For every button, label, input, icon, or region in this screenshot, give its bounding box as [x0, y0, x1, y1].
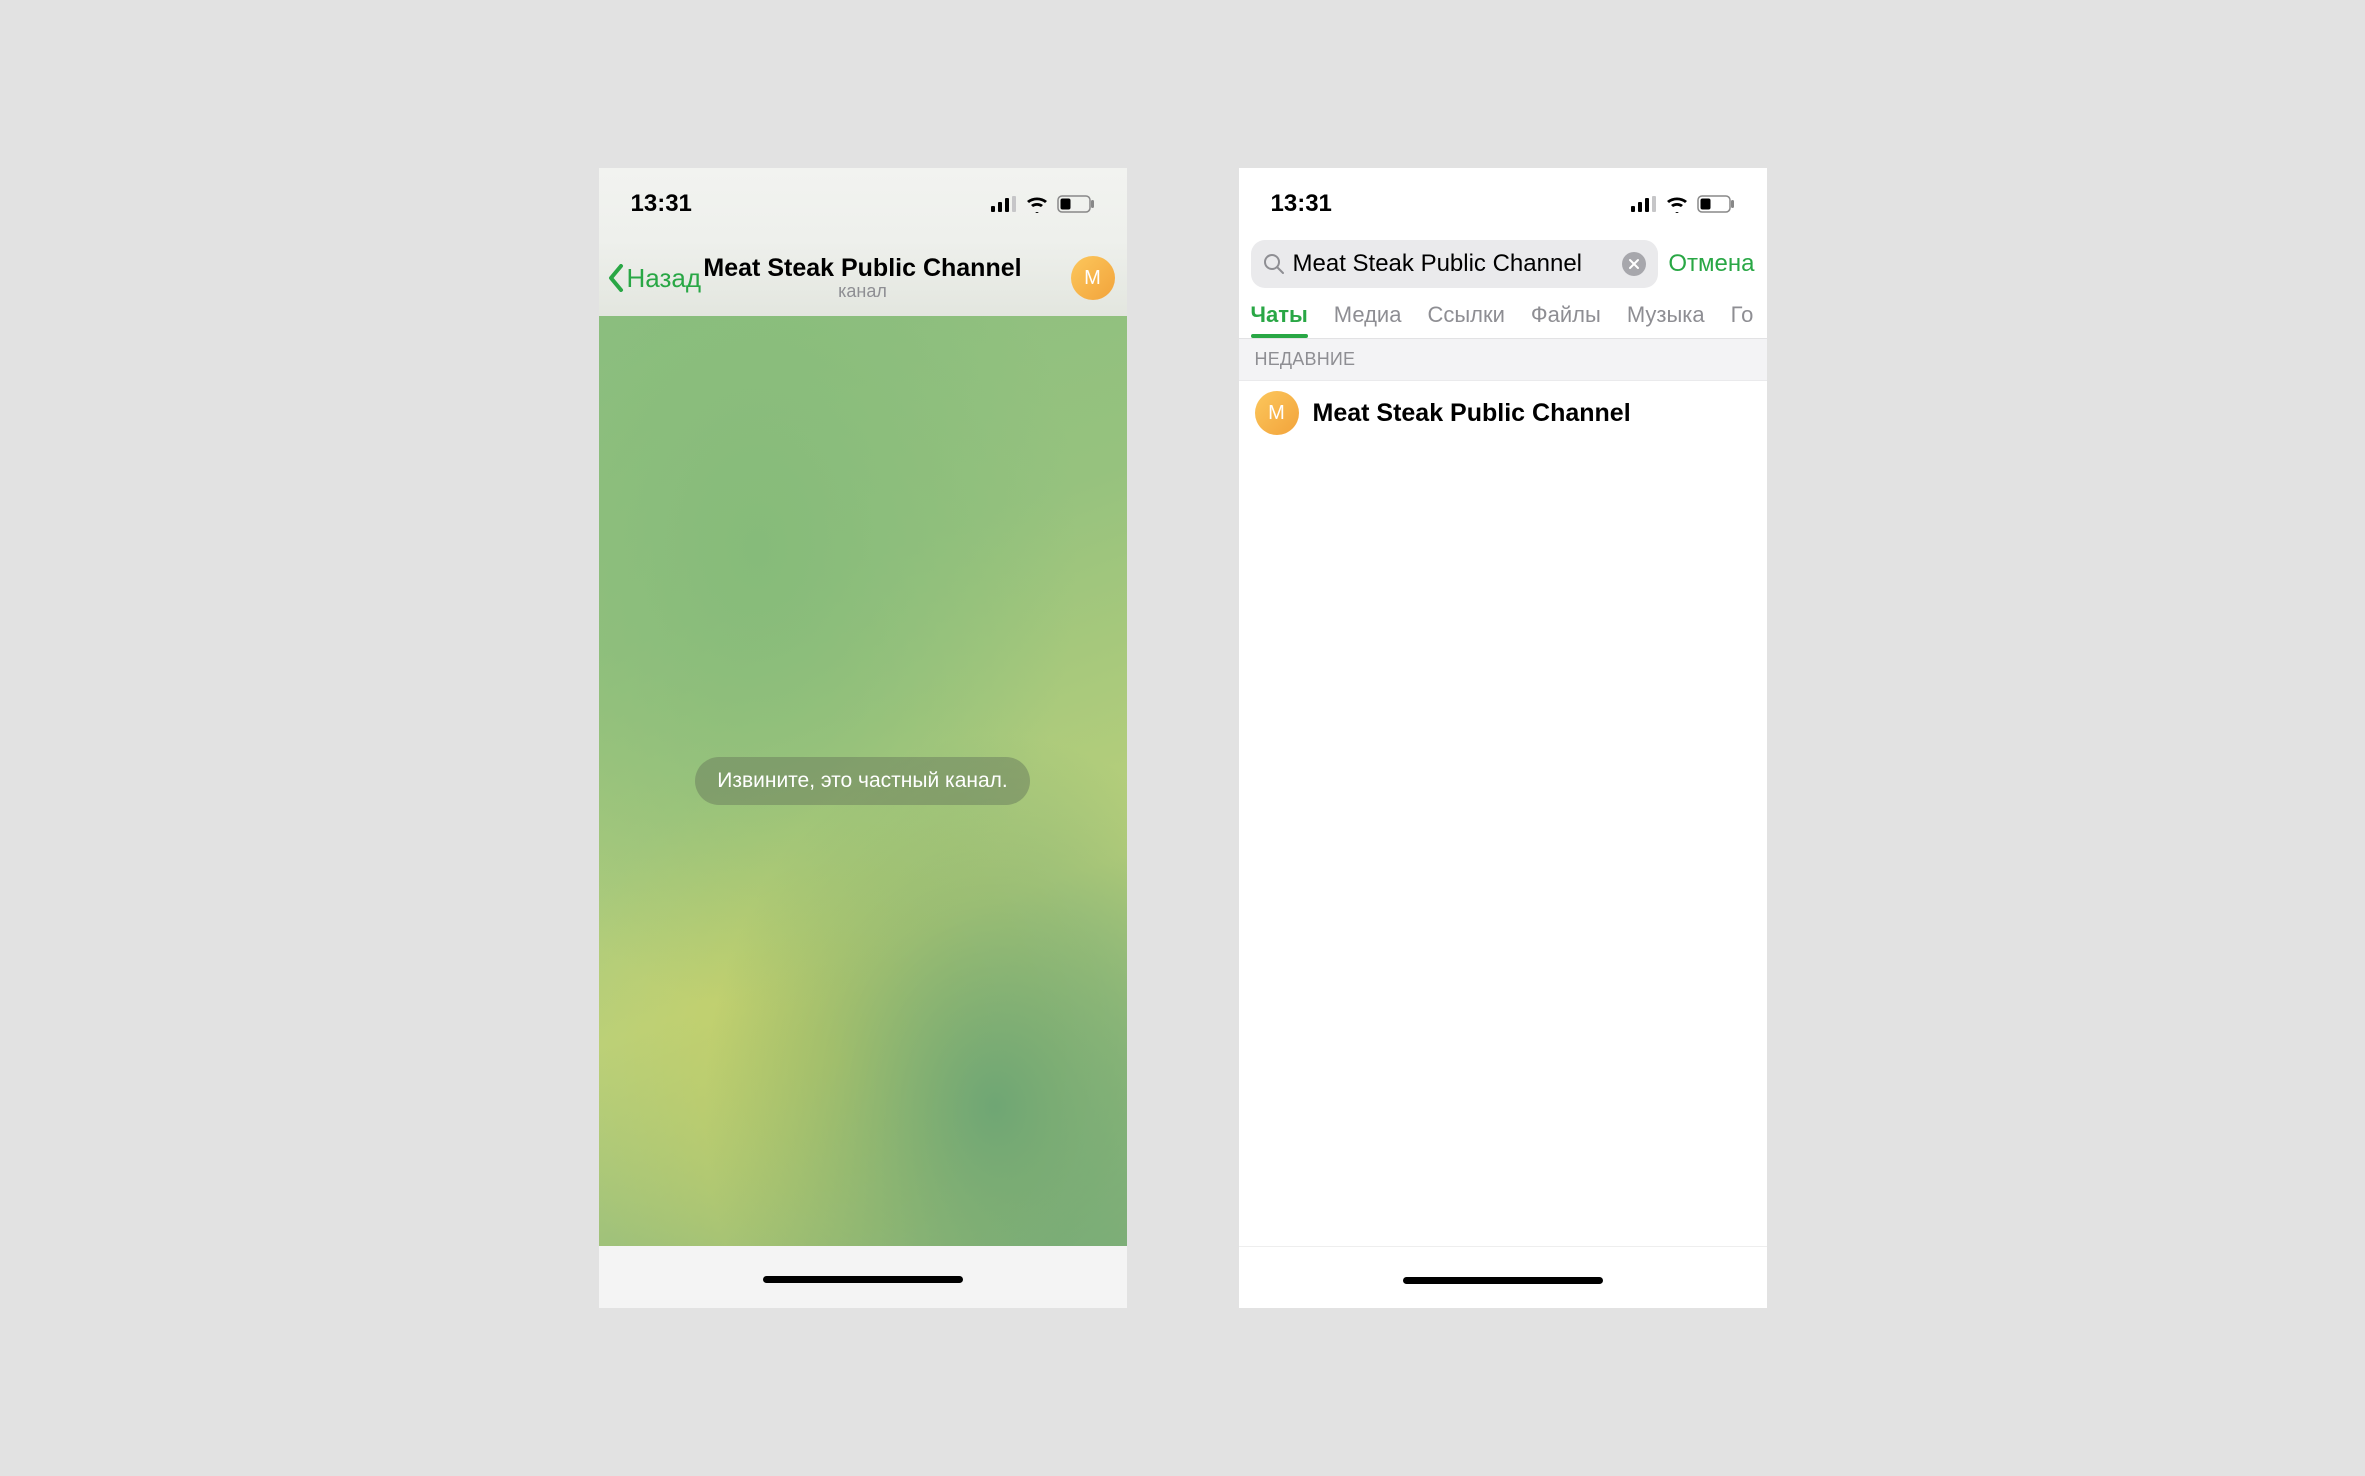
- chat-background: Извините, это частный канал.: [599, 316, 1127, 1246]
- section-recent-header: НЕДАВНИЕ: [1239, 339, 1767, 381]
- search-icon: [1263, 253, 1285, 275]
- avatar-letter: M: [1084, 267, 1101, 290]
- close-icon: [1628, 258, 1640, 270]
- search-tabs: Чаты Медиа Ссылки Файлы Музыка Го: [1239, 298, 1767, 339]
- home-indicator[interactable]: [1403, 1277, 1603, 1284]
- tab-files[interactable]: Файлы: [1531, 298, 1601, 338]
- tab-chats[interactable]: Чаты: [1251, 298, 1308, 338]
- phone-channel-view: 13:31 Назад Meat Steak Public Channel ка…: [599, 168, 1127, 1308]
- wifi-icon: [1665, 195, 1689, 213]
- status-bar: 13:31: [1239, 168, 1767, 240]
- private-channel-notice: Извините, это частный канал.: [695, 757, 1030, 805]
- search-field[interactable]: [1251, 240, 1659, 288]
- status-time: 13:31: [1271, 190, 1332, 218]
- phone-search-view: 13:31 Отмена Чаты Медиа Ссылки Файлы Муз…: [1239, 168, 1767, 1308]
- cellular-icon: [991, 196, 1017, 212]
- bottom-bar: [599, 1246, 1127, 1308]
- channel-header: Назад Meat Steak Public Channel канал M: [599, 240, 1127, 316]
- clear-search-button[interactable]: [1622, 252, 1646, 276]
- tab-music[interactable]: Музыка: [1627, 298, 1705, 338]
- battery-icon: [1057, 195, 1095, 213]
- result-name: Meat Steak Public Channel: [1313, 399, 1631, 428]
- status-time: 13:31: [631, 190, 692, 218]
- back-button[interactable]: Назад: [607, 263, 702, 294]
- cancel-button[interactable]: Отмена: [1668, 250, 1754, 278]
- search-input[interactable]: [1293, 250, 1615, 278]
- search-row: Отмена: [1239, 240, 1767, 298]
- wifi-icon: [1025, 195, 1049, 213]
- channel-avatar[interactable]: M: [1071, 256, 1115, 300]
- battery-icon: [1697, 195, 1735, 213]
- search-result-item[interactable]: M Meat Steak Public Channel: [1239, 381, 1767, 445]
- cellular-icon: [1631, 196, 1657, 212]
- empty-area: [1239, 445, 1767, 1246]
- back-label: Назад: [627, 263, 702, 294]
- avatar-letter: M: [1268, 402, 1285, 425]
- status-indicators: [1631, 195, 1735, 213]
- tab-voice[interactable]: Го: [1731, 298, 1754, 338]
- bottom-bar: [1239, 1246, 1767, 1308]
- status-indicators: [991, 195, 1095, 213]
- tab-media[interactable]: Медиа: [1334, 298, 1402, 338]
- result-avatar: M: [1255, 391, 1299, 435]
- tab-links[interactable]: Ссылки: [1427, 298, 1504, 338]
- home-indicator[interactable]: [763, 1276, 963, 1283]
- status-bar: 13:31: [599, 168, 1127, 240]
- chevron-left-icon: [607, 264, 625, 292]
